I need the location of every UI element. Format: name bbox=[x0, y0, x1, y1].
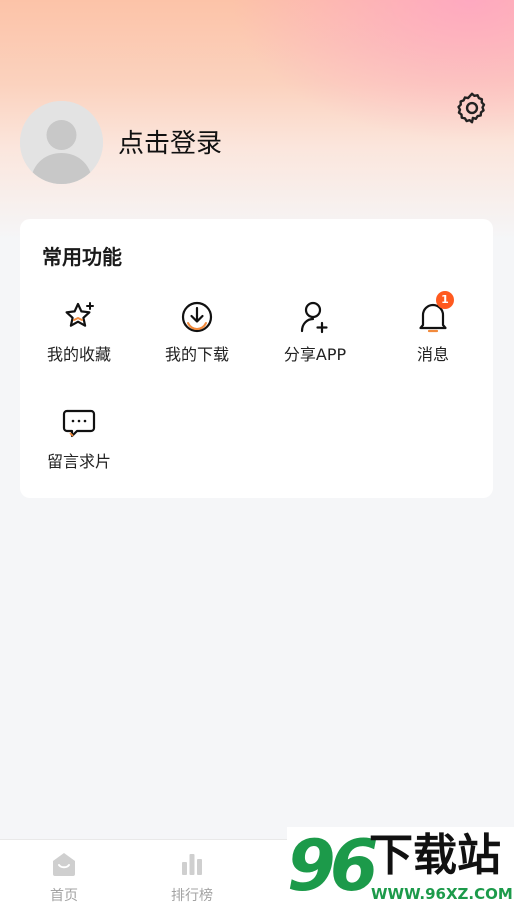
downloads-label: 我的下载 bbox=[164, 345, 229, 364]
user-add-icon bbox=[300, 301, 328, 334]
login-link[interactable]: 点击登录 bbox=[118, 125, 222, 163]
request-movie-label: 留言求片 bbox=[46, 452, 111, 471]
share-app-button[interactable]: 分享APP bbox=[256, 299, 374, 385]
share-app-label: 分享APP bbox=[283, 345, 347, 364]
tab-ranking[interactable]: 排行榜 bbox=[137, 840, 247, 913]
favorites-button[interactable]: 我的收藏 bbox=[20, 299, 138, 385]
star-icon bbox=[65, 302, 94, 327]
unread-badge: 1 bbox=[436, 291, 454, 309]
section-title: 常用功能 bbox=[42, 245, 122, 269]
chat-icon bbox=[62, 409, 96, 438]
tab-home[interactable]: 首页 bbox=[9, 840, 119, 913]
watermark-logo: 96 下载站 WWW.96XZ.COM bbox=[287, 825, 514, 912]
download-icon bbox=[181, 301, 213, 333]
settings-button[interactable] bbox=[454, 90, 490, 126]
messages-button[interactable]: 1 消息 bbox=[374, 291, 492, 385]
common-functions-card: 常用功能 我的收藏 我的下载 分享APP 1 消息 留言求片 bbox=[20, 219, 493, 498]
watermark-number: 96 bbox=[287, 825, 378, 907]
tab-home-label: 首页 bbox=[50, 888, 78, 904]
avatar[interactable] bbox=[20, 101, 103, 184]
bar-chart-icon bbox=[182, 854, 202, 875]
downloads-button[interactable]: 我的下载 bbox=[138, 299, 256, 385]
home-icon bbox=[53, 853, 75, 876]
messages-label: 消息 bbox=[416, 345, 449, 364]
gear-icon bbox=[457, 92, 486, 124]
favorites-label: 我的收藏 bbox=[46, 345, 111, 364]
watermark-text: 下载站 bbox=[369, 830, 501, 881]
watermark-url: WWW.96XZ.COM bbox=[371, 885, 513, 903]
tab-ranking-label: 排行榜 bbox=[171, 888, 213, 904]
request-movie-button[interactable]: 留言求片 bbox=[20, 406, 138, 492]
default-avatar-icon bbox=[20, 101, 103, 184]
